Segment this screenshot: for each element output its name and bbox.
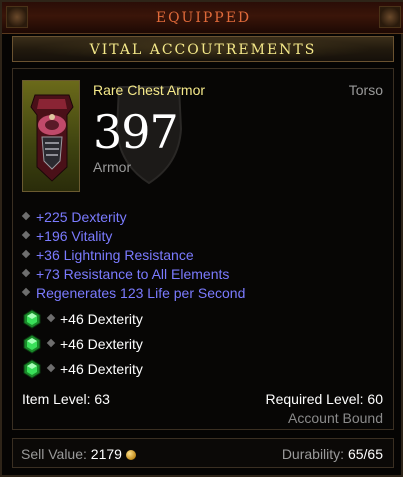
item-name-banner: VITAL ACCOUTREMENTS [12, 36, 394, 62]
equipped-label: EQUIPPED [155, 10, 252, 26]
item-details-panel: Rare Chest Armor Torso 397 Armor +225 De… [12, 68, 394, 430]
affix-line: Regenerates 123 Life per Second [21, 285, 245, 304]
durability: Durability: 65/65 [282, 446, 383, 462]
chest-armor-icon [30, 94, 74, 182]
sell-amount: 2179 [90, 446, 122, 462]
emerald-gem-icon [23, 309, 41, 329]
binding-status: Account Bound [288, 410, 383, 426]
affix-line: +73 Resistance to All Elements [21, 266, 245, 285]
socket-bonus: +46 Dexterity [60, 311, 143, 327]
armor-label: Armor [93, 159, 132, 175]
diamond-bullet-icon [46, 313, 56, 323]
socket-bonus: +46 Dexterity [60, 336, 143, 352]
diamond-bullet-icon [21, 268, 31, 278]
item-icon [22, 80, 80, 192]
item-slot: Torso [348, 82, 383, 98]
emerald-gem-icon [23, 334, 41, 354]
diamond-bullet-icon [21, 287, 31, 297]
diamond-bullet-icon [21, 211, 31, 221]
sell-value: Sell Value: 2179 [21, 446, 136, 462]
item-type: Rare Chest Armor [93, 82, 206, 98]
durability-label: Durability: [281, 446, 345, 462]
item-tooltip: EQUIPPED VITAL ACCOUTREMENTS Rare Chest … [0, 0, 403, 477]
tooltip-footer: Sell Value: 2179 Durability: 65/65 [12, 438, 394, 468]
diamond-bullet-icon [46, 363, 56, 373]
diamond-bullet-icon [46, 338, 56, 348]
sell-label: Sell Value: [21, 446, 87, 462]
item-level: Item Level: 63 [22, 391, 110, 407]
affix-line: +225 Dexterity [21, 209, 245, 228]
socket-bonus: +46 Dexterity [60, 361, 143, 377]
diamond-bullet-icon [21, 249, 31, 259]
affix-line: +36 Lightning Resistance [21, 247, 245, 266]
emerald-gem-icon [23, 359, 41, 379]
affix-list: +225 Dexterity +196 Vitality +36 Lightni… [21, 209, 245, 304]
durability-value: 65/65 [347, 446, 383, 462]
required-level: Required Level: 60 [265, 391, 383, 407]
item-name: VITAL ACCOUTREMENTS [89, 42, 317, 58]
armor-value: 397 [93, 105, 179, 159]
diamond-bullet-icon [21, 230, 31, 240]
affix-line: +196 Vitality [21, 228, 245, 247]
equipped-banner: EQUIPPED [2, 2, 403, 34]
gold-coin-icon [125, 450, 136, 460]
